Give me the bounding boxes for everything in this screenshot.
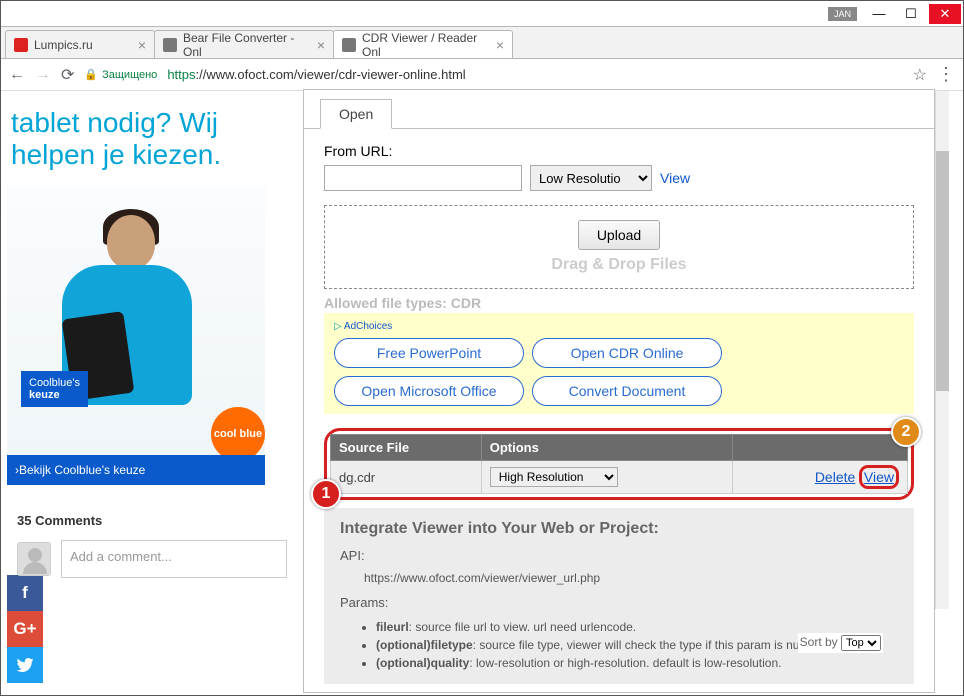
favicon xyxy=(14,38,28,52)
callout-1: 1 xyxy=(311,479,341,509)
tab-cdr-viewer[interactable]: CDR Viewer / Reader Onl × xyxy=(333,30,513,58)
view-highlight: View xyxy=(859,465,899,489)
delete-link[interactable]: Delete xyxy=(815,469,855,485)
lang-badge: JAN xyxy=(828,7,857,21)
favicon xyxy=(342,38,356,52)
avatar xyxy=(17,542,51,576)
tab-close-icon[interactable]: × xyxy=(311,37,325,53)
ad-btn-convert[interactable]: Convert Document xyxy=(532,376,722,406)
params-label: Params: xyxy=(340,595,898,610)
ad-footer-link[interactable]: › Bekijk Coolblue's keuze xyxy=(7,455,265,485)
ad-btn-ms-office[interactable]: Open Microsoft Office xyxy=(334,376,524,406)
secure-label: Защищено xyxy=(102,69,157,81)
ad-headline[interactable]: tablet nodig? Wij helpen je kiezen. xyxy=(7,101,297,185)
tab-close-icon[interactable]: × xyxy=(132,37,146,53)
api-label: API: xyxy=(340,548,898,563)
upload-zone[interactable]: Upload Drag & Drop Files xyxy=(324,205,914,289)
list-item: (optional)quality: low-resolution or hig… xyxy=(376,654,898,672)
panel-tabs: Open xyxy=(304,90,934,128)
th-options: Options xyxy=(481,435,732,461)
th-source: Source File xyxy=(331,435,482,461)
page-content: tablet nodig? Wij helpen je kiezen. Cool… xyxy=(1,91,963,695)
favicon xyxy=(163,38,177,52)
url-proto: https xyxy=(167,67,195,82)
lock-icon: 🔒 xyxy=(84,68,98,81)
url-text[interactable]: https://www.ofoct.com/viewer/cdr-viewer-… xyxy=(167,67,902,82)
api-url: https://www.ofoct.com/viewer/viewer_url.… xyxy=(340,571,898,585)
tab-bear[interactable]: Bear File Converter - Onl × xyxy=(154,30,334,58)
comments-count: 35 Comments xyxy=(7,485,297,536)
panel-body: From URL: Low Resolutio View Upload Drag… xyxy=(304,128,934,692)
viewer-panel: Open From URL: Low Resolutio View Upload… xyxy=(303,89,935,693)
social-buttons: f G+ xyxy=(7,575,43,683)
cell-actions: Delete View xyxy=(732,461,907,494)
integrate-section: Integrate Viewer into Your Web or Projec… xyxy=(324,508,914,684)
tab-close-icon[interactable]: × xyxy=(490,37,504,53)
address-bar: ← → ⟳ 🔒 Защищено https://www.ofoct.com/v… xyxy=(1,59,963,91)
source-file-box: 1 2 Source File Options dg.cdr High Reso… xyxy=(324,428,914,500)
tab-lumpics[interactable]: Lumpics.ru × xyxy=(5,30,155,58)
ad-block: AdChoices Free PowerPoint Open CDR Onlin… xyxy=(324,313,914,414)
twitter-button[interactable] xyxy=(7,647,43,683)
integrate-title: Integrate Viewer into Your Web or Projec… xyxy=(340,520,898,538)
sidebar: tablet nodig? Wij helpen je kiezen. Cool… xyxy=(1,91,303,695)
cell-filename: dg.cdr xyxy=(331,461,482,494)
menu-icon[interactable]: ⋮ xyxy=(937,64,955,85)
from-url-label: From URL: xyxy=(324,143,914,159)
person-illustration xyxy=(37,215,217,475)
comment-input[interactable]: Add a comment... xyxy=(61,540,287,578)
allowed-types: Allowed file types: CDR xyxy=(324,295,914,311)
twitter-icon xyxy=(16,658,34,672)
source-table: Source File Options dg.cdr High Resoluti… xyxy=(330,434,908,494)
keuze-badge: Coolblue's keuze xyxy=(21,371,88,407)
resolution-select[interactable]: Low Resolutio xyxy=(530,165,652,191)
secure-indicator[interactable]: 🔒 Защищено xyxy=(84,68,157,81)
tab-title: Lumpics.ru xyxy=(34,38,93,52)
forward-icon[interactable]: → xyxy=(35,66,51,84)
facebook-button[interactable]: f xyxy=(7,575,43,611)
th-actions xyxy=(732,435,907,461)
ad-btn-powerpoint[interactable]: Free PowerPoint xyxy=(334,338,524,368)
row-view-link[interactable]: View xyxy=(864,469,894,485)
url-input[interactable] xyxy=(324,165,522,191)
table-row: dg.cdr High Resolution Delete View xyxy=(331,461,908,494)
tab-open[interactable]: Open xyxy=(320,99,392,129)
callout-2: 2 xyxy=(891,417,921,447)
scrollbar[interactable] xyxy=(935,91,949,609)
drag-drop-label: Drag & Drop Files xyxy=(339,256,899,274)
view-link[interactable]: View xyxy=(660,170,690,186)
ad-btn-open-cdr[interactable]: Open CDR Online xyxy=(532,338,722,368)
close-button[interactable]: ✕ xyxy=(929,4,961,24)
sort-select[interactable]: Top xyxy=(841,635,881,651)
ad-image[interactable]: Coolblue's keuze cool blue › Bekijk Cool… xyxy=(7,185,265,485)
googleplus-button[interactable]: G+ xyxy=(7,611,43,647)
url-path: ://www.ofoct.com/viewer/cdr-viewer-onlin… xyxy=(196,67,466,82)
window-titlebar: JAN — ☐ ✕ xyxy=(1,1,963,27)
table-header-row: Source File Options xyxy=(331,435,908,461)
maximize-button[interactable]: ☐ xyxy=(897,4,925,24)
main-area: Open From URL: Low Resolutio View Upload… xyxy=(303,91,963,695)
upload-button[interactable]: Upload xyxy=(578,220,660,250)
browser-tabs: Lumpics.ru × Bear File Converter - Onl ×… xyxy=(1,27,963,59)
back-icon[interactable]: ← xyxy=(9,66,25,84)
tab-title: CDR Viewer / Reader Onl xyxy=(362,31,490,59)
coolblue-logo: cool blue xyxy=(211,407,265,461)
reload-icon[interactable]: ⟳ xyxy=(61,65,74,85)
cell-options: High Resolution xyxy=(481,461,732,494)
sort-by[interactable]: Sort by Top xyxy=(798,633,883,653)
tab-title: Bear File Converter - Onl xyxy=(183,31,311,59)
minimize-button[interactable]: — xyxy=(865,4,893,24)
bookmark-icon[interactable]: ☆ xyxy=(913,65,927,85)
scroll-thumb[interactable] xyxy=(936,151,949,391)
row-resolution-select[interactable]: High Resolution xyxy=(490,467,618,487)
comment-input-row: Add a comment... xyxy=(7,536,297,582)
adchoices-label[interactable]: AdChoices xyxy=(334,321,904,332)
